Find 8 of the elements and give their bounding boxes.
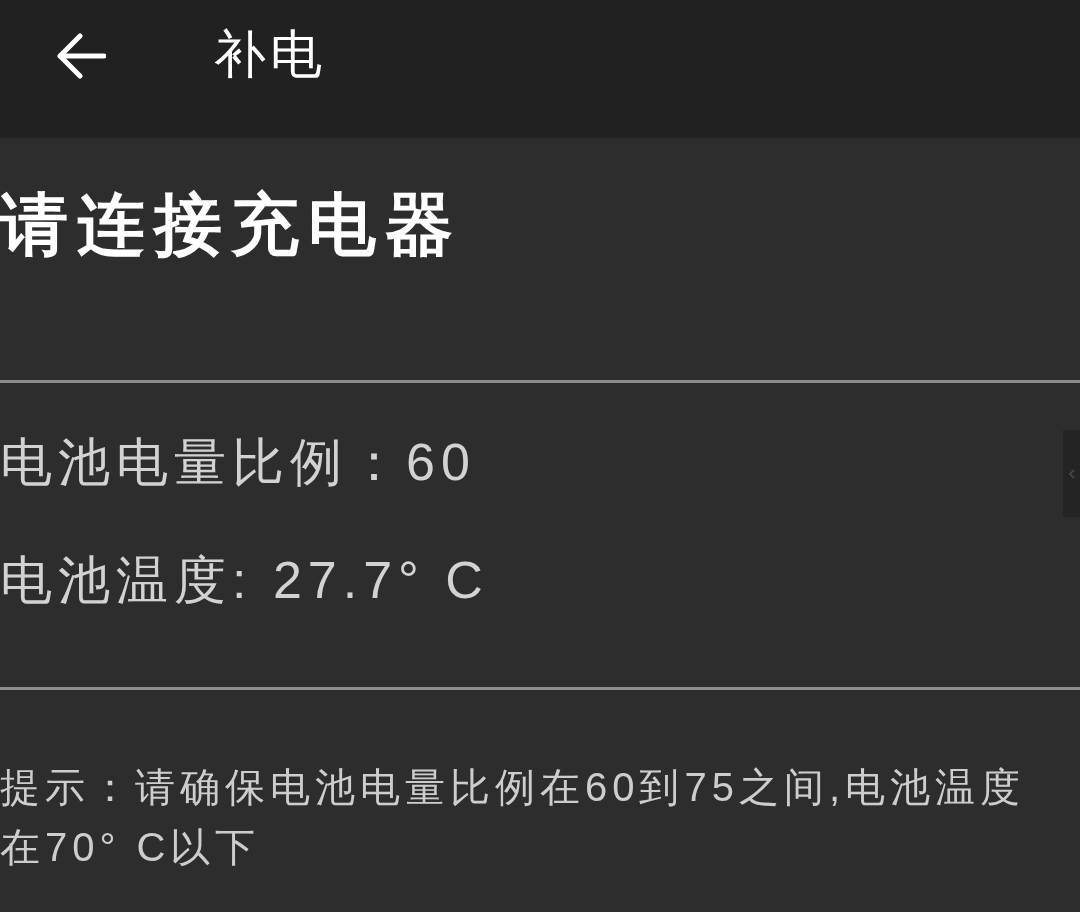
chevron-left-icon [1068,468,1075,479]
battery-info-text: 电池温度: 27.7° C [0,550,489,610]
page-title: 补电 [214,24,326,84]
battery-info-text: 电池电量比例：60 [0,432,476,492]
back-button[interactable] [56,33,106,79]
tip-text: 提示：请确保电池电量比例在60到75之间,电池温度在70° C以下 [0,764,1027,871]
side-handle[interactable] [1063,430,1080,517]
back-arrow-icon [56,33,106,79]
